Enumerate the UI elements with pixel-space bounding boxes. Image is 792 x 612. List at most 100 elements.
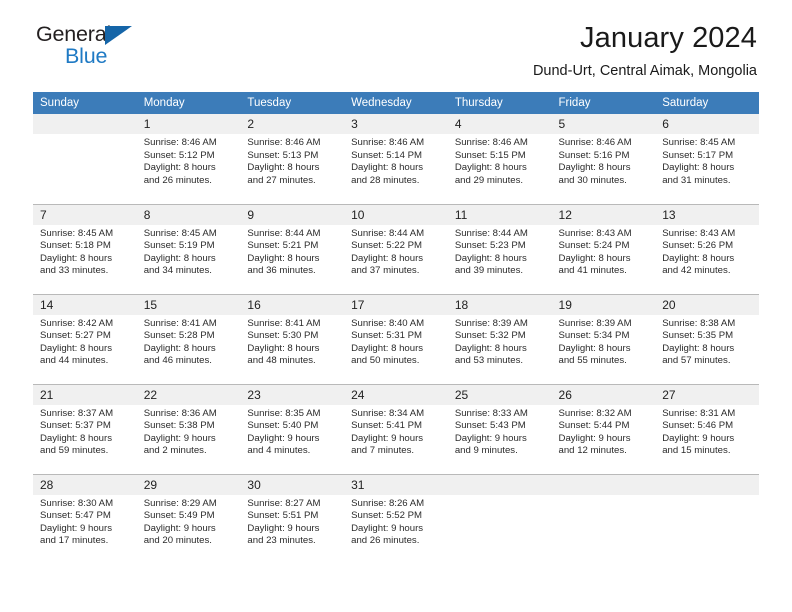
daylight-text-line2: and 20 minutes. (143, 535, 212, 547)
sunset-text: Sunset: 5:27 PM (40, 330, 111, 342)
sunset-text: Sunset: 5:13 PM (247, 149, 319, 161)
daylight-text-line1: Daylight: 8 hours (40, 432, 112, 444)
weekday-header-wednesday: Wednesday (344, 92, 448, 114)
calendar-day-cell[interactable]: 12 Sunrise: 8:43 AM Sunset: 5:24 PM Dayligh… (551, 203, 656, 294)
calendar-day-cell[interactable]: 23 Sunrise: 8:35 AM Sunset: 5:40 PM Dayligh… (240, 383, 345, 474)
calendar-day-cell[interactable]: 2 Sunrise: 8:46 AM Sunset: 5:13 PM Daylight… (240, 114, 345, 204)
day-details: Sunrise: 8:43 AM Sunset: 5:24 PM Daylight:… (552, 225, 656, 278)
daylight-text-line1: Daylight: 9 hours (351, 432, 424, 444)
day-details: Sunrise: 8:46 AM Sunset: 5:16 PM Daylight:… (552, 134, 656, 187)
daylight-text-line2: and 2 minutes. (143, 445, 207, 457)
daylight-text-line1: Daylight: 9 hours (454, 432, 527, 444)
sunset-text: Sunset: 5:18 PM (40, 240, 111, 252)
day-details: Sunrise: 8:46 AM Sunset: 5:14 PM Daylight:… (344, 134, 448, 187)
calendar-week-row: 28 Sunrise: 8:30 AM Sunset: 5:47 PM Dayligh… (33, 473, 759, 564)
calendar-day-cell-empty (447, 473, 552, 564)
sunset-text: Sunset: 5:14 PM (351, 149, 423, 161)
sunset-text: Sunset: 5:15 PM (454, 149, 526, 161)
sunrise-text: Sunrise: 8:33 AM (454, 407, 528, 419)
calendar-day-cell[interactable]: 25 Sunrise: 8:33 AM Sunset: 5:43 PM Dayligh… (447, 383, 552, 474)
calendar-day-cell[interactable]: 17 Sunrise: 8:40 AM Sunset: 5:31 PM Dayligh… (344, 293, 448, 384)
sunrise-text: Sunrise: 8:42 AM (40, 317, 114, 329)
day-number: 19 (551, 294, 656, 315)
sunrise-text: Sunrise: 8:44 AM (247, 227, 321, 239)
calendar-day-cell[interactable]: 8 Sunrise: 8:45 AM Sunset: 5:19 PM Daylight… (136, 203, 241, 294)
day-number: 11 (447, 204, 552, 225)
calendar-day-cell[interactable]: 1 Sunrise: 8:46 AM Sunset: 5:12 PM Daylight… (136, 114, 241, 204)
page-title: January 2024 (580, 22, 757, 54)
calendar-day-cell[interactable]: 14 Sunrise: 8:42 AM Sunset: 5:27 PM Dayligh… (33, 293, 137, 384)
day-details: Sunrise: 8:44 AM Sunset: 5:22 PM Daylight:… (344, 225, 448, 278)
daylight-text-line2: and 26 minutes. (351, 535, 420, 547)
calendar-day-cell[interactable]: 28 Sunrise: 8:30 AM Sunset: 5:47 PM Dayligh… (33, 473, 137, 564)
calendar-day-cell[interactable]: 26 Sunrise: 8:32 AM Sunset: 5:44 PM Dayligh… (551, 383, 656, 474)
calendar-day-cell[interactable]: 13 Sunrise: 8:43 AM Sunset: 5:26 PM Dayligh… (655, 203, 759, 294)
daylight-text-line2: and 48 minutes. (247, 355, 316, 367)
day-details: Sunrise: 8:44 AM Sunset: 5:21 PM Daylight:… (240, 225, 344, 278)
day-details: Sunrise: 8:45 AM Sunset: 5:19 PM Daylight:… (137, 225, 241, 278)
calendar-day-cell[interactable]: 18 Sunrise: 8:39 AM Sunset: 5:32 PM Dayligh… (447, 293, 552, 384)
calendar-day-cell[interactable]: 15 Sunrise: 8:41 AM Sunset: 5:28 PM Dayligh… (136, 293, 241, 384)
sunrise-text: Sunrise: 8:40 AM (351, 317, 425, 329)
calendar-day-cell[interactable]: 3 Sunrise: 8:46 AM Sunset: 5:14 PM Daylight… (344, 114, 448, 204)
calendar-page: General Blue January 2024 Dund-Urt, Cent… (0, 0, 792, 612)
calendar-day-cell[interactable]: 11 Sunrise: 8:44 AM Sunset: 5:23 PM Dayligh… (447, 203, 552, 294)
day-number (33, 114, 137, 134)
calendar-day-cell[interactable]: 19 Sunrise: 8:39 AM Sunset: 5:34 PM Dayligh… (551, 293, 656, 384)
daylight-text-line1: Daylight: 8 hours (247, 252, 320, 264)
sunset-text: Sunset: 5:31 PM (351, 330, 423, 342)
day-details: Sunrise: 8:45 AM Sunset: 5:18 PM Daylight:… (33, 225, 137, 278)
daylight-text-line2: and 53 minutes. (454, 355, 524, 367)
day-details: Sunrise: 8:42 AM Sunset: 5:27 PM Daylight:… (33, 315, 137, 368)
sunset-text: Sunset: 5:26 PM (662, 240, 734, 252)
calendar-day-cell[interactable]: 30 Sunrise: 8:27 AM Sunset: 5:51 PM Dayligh… (240, 473, 345, 564)
calendar-day-cell[interactable]: 24 Sunrise: 8:34 AM Sunset: 5:41 PM Dayligh… (344, 383, 448, 474)
day-details: Sunrise: 8:41 AM Sunset: 5:28 PM Daylight:… (137, 315, 241, 368)
sunrise-text: Sunrise: 8:27 AM (247, 497, 321, 509)
daylight-text-line2: and 23 minutes. (247, 535, 316, 547)
calendar-day-cell[interactable]: 10 Sunrise: 8:44 AM Sunset: 5:22 PM Dayligh… (344, 203, 448, 294)
daylight-text-line1: Daylight: 8 hours (454, 162, 527, 174)
calendar-day-cell[interactable]: 5 Sunrise: 8:46 AM Sunset: 5:16 PM Daylight… (551, 114, 656, 204)
calendar-body: 1 Sunrise: 8:46 AM Sunset: 5:12 PM Daylight… (33, 114, 759, 564)
calendar-day-cell[interactable]: 22 Sunrise: 8:36 AM Sunset: 5:38 PM Dayligh… (136, 383, 241, 474)
daylight-text-line1: Daylight: 8 hours (662, 342, 735, 354)
sunrise-text: Sunrise: 8:45 AM (143, 227, 217, 239)
sunset-text: Sunset: 5:32 PM (454, 330, 526, 342)
calendar-day-cell[interactable]: 7 Sunrise: 8:45 AM Sunset: 5:18 PM Daylight… (33, 203, 137, 294)
sunset-text: Sunset: 5:16 PM (558, 149, 630, 161)
daylight-text-line2: and 15 minutes. (662, 445, 731, 457)
daylight-text-line2: and 42 minutes. (662, 265, 731, 277)
day-details: Sunrise: 8:41 AM Sunset: 5:30 PM Daylight:… (240, 315, 344, 368)
logo[interactable]: General Blue (36, 22, 166, 74)
daylight-text-line1: Daylight: 8 hours (40, 252, 112, 264)
calendar-header-row: Sunday Monday Tuesday Wednesday Thursday… (33, 92, 759, 114)
day-number: 16 (240, 294, 345, 315)
daylight-text-line1: Daylight: 8 hours (558, 342, 631, 354)
calendar-day-cell[interactable]: 6 Sunrise: 8:45 AM Sunset: 5:17 PM Daylight… (655, 114, 759, 204)
day-number: 10 (344, 204, 448, 225)
daylight-text-line2: and 36 minutes. (247, 265, 316, 277)
calendar-day-cell[interactable]: 20 Sunrise: 8:38 AM Sunset: 5:35 PM Dayligh… (655, 293, 759, 384)
calendar-day-cell[interactable]: 27 Sunrise: 8:31 AM Sunset: 5:46 PM Dayligh… (655, 383, 759, 474)
calendar-day-cell[interactable]: 9 Sunrise: 8:44 AM Sunset: 5:21 PM Daylight… (240, 203, 345, 294)
calendar-day-cell[interactable]: 4 Sunrise: 8:46 AM Sunset: 5:15 PM Daylight… (447, 114, 552, 204)
day-details: Sunrise: 8:31 AM Sunset: 5:46 PM Daylight:… (655, 405, 759, 458)
day-details: Sunrise: 8:38 AM Sunset: 5:35 PM Daylight:… (655, 315, 759, 368)
calendar-day-cell[interactable]: 21 Sunrise: 8:37 AM Sunset: 5:37 PM Dayligh… (33, 383, 137, 474)
sunset-text: Sunset: 5:24 PM (558, 240, 630, 252)
daylight-text-line1: Daylight: 8 hours (662, 162, 735, 174)
day-details: Sunrise: 8:37 AM Sunset: 5:37 PM Daylight:… (33, 405, 137, 458)
sunset-text: Sunset: 5:38 PM (143, 420, 215, 432)
calendar-day-cell[interactable]: 31 Sunrise: 8:26 AM Sunset: 5:52 PM Dayligh… (344, 473, 448, 564)
weekday-header-monday: Monday (136, 92, 241, 114)
day-number: 31 (344, 474, 448, 495)
calendar-day-cell[interactable]: 16 Sunrise: 8:41 AM Sunset: 5:30 PM Dayligh… (240, 293, 345, 384)
day-details: Sunrise: 8:43 AM Sunset: 5:26 PM Daylight:… (655, 225, 759, 278)
sunrise-text: Sunrise: 8:44 AM (351, 227, 425, 239)
sunset-text: Sunset: 5:51 PM (247, 510, 319, 522)
calendar-week-row: 7 Sunrise: 8:45 AM Sunset: 5:18 PM Daylight… (33, 203, 759, 294)
calendar-day-cell[interactable]: 29 Sunrise: 8:29 AM Sunset: 5:49 PM Dayligh… (136, 473, 241, 564)
sunrise-text: Sunrise: 8:39 AM (558, 317, 632, 329)
sunrise-text: Sunrise: 8:39 AM (454, 317, 528, 329)
